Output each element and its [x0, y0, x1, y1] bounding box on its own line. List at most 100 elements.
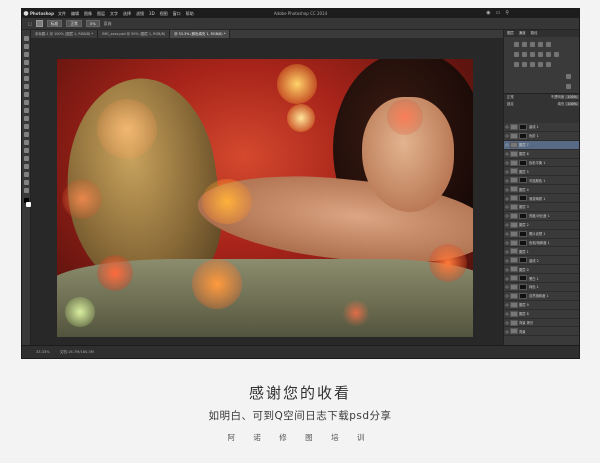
- reverse-checkbox-label[interactable]: 反向: [104, 21, 112, 27]
- mode-dropdown[interactable]: 正常: [66, 20, 82, 27]
- panel-tab-channels[interactable]: 通道: [519, 30, 526, 37]
- layer-mask-thumbnail[interactable]: [519, 275, 527, 282]
- vibrance-icon[interactable]: [546, 42, 551, 47]
- layer-row[interactable]: ◎ 图层 0: [504, 265, 579, 275]
- tab-document-2[interactable]: IMG_xxxx.psd @ 50% (图层 1, RGB/8): [98, 30, 171, 38]
- bokeh-light: [192, 259, 242, 309]
- levels-icon[interactable]: [522, 42, 527, 47]
- layer-row[interactable]: ◎ 亮度/对比度 1: [504, 212, 579, 221]
- gradient-map-icon[interactable]: [538, 62, 543, 67]
- history-brush-tool-icon[interactable]: [24, 108, 29, 113]
- layer-row[interactable]: ◎ 图层 3: [504, 203, 579, 212]
- photo-filter-icon[interactable]: [538, 52, 543, 57]
- wifi-icon[interactable]: ◉: [486, 10, 490, 16]
- marquee-tool-icon[interactable]: [24, 44, 29, 49]
- panel-menu-icon[interactable]: [566, 74, 571, 79]
- shape-tool-icon[interactable]: [24, 172, 29, 177]
- hue-saturation-icon[interactable]: [514, 52, 519, 57]
- layer-row[interactable]: ◎ 图层 4: [504, 185, 579, 195]
- tool-preset-icon[interactable]: □: [28, 21, 32, 26]
- preset-dropdown[interactable]: 标准: [46, 20, 63, 27]
- black-white-icon[interactable]: [530, 52, 535, 57]
- eraser-tool-icon[interactable]: [24, 116, 29, 121]
- panel-tab-paths[interactable]: 路径: [531, 30, 538, 37]
- layer-row[interactable]: ◎ 色相/饱和度 1: [504, 239, 579, 248]
- invert-icon[interactable]: [514, 62, 519, 67]
- opacity-value[interactable]: 100%: [565, 95, 579, 99]
- brush-swatch[interactable]: [35, 20, 43, 27]
- layer-mask-thumbnail[interactable]: [519, 123, 527, 130]
- pen-tool-icon[interactable]: [24, 148, 29, 153]
- healing-tool-icon[interactable]: [24, 84, 29, 89]
- channel-mixer-icon[interactable]: [546, 52, 551, 57]
- layer-mask-thumbnail[interactable]: [519, 292, 527, 299]
- layer-row[interactable]: ◎ 图层 1: [504, 247, 579, 257]
- layer-mask-thumbnail[interactable]: [519, 212, 527, 219]
- zoom-tool-icon[interactable]: [24, 188, 29, 193]
- layer-row[interactable]: ◎ 图层 5: [504, 167, 579, 177]
- color-lookup-icon[interactable]: [554, 52, 559, 57]
- layer-mask-thumbnail[interactable]: [519, 230, 527, 237]
- gradient-tool-icon[interactable]: [24, 124, 29, 129]
- layer-mask-thumbnail[interactable]: [519, 257, 527, 264]
- eyedropper-tool-icon[interactable]: [24, 76, 29, 81]
- search-icon[interactable]: ⚲: [505, 10, 509, 16]
- exposure-icon[interactable]: [538, 42, 543, 47]
- layer-row[interactable]: ◎ 图层 9: [504, 301, 579, 310]
- panel-collapse-icon[interactable]: [566, 84, 571, 89]
- opacity-field[interactable]: 0%: [85, 20, 100, 27]
- tab-document-1[interactable]: 未标题-1 @ 100% (图层 1, RGB/8) *: [31, 30, 99, 38]
- layer-thumbnail: [510, 239, 518, 246]
- layer-mask-thumbnail[interactable]: [519, 159, 527, 166]
- hand-tool-icon[interactable]: [24, 180, 29, 185]
- layer-mask-thumbnail[interactable]: [519, 283, 527, 290]
- layer-row[interactable]: ◎ 图层 7: [504, 140, 579, 150]
- color-balance-icon[interactable]: [522, 52, 527, 57]
- blur-tool-icon[interactable]: [24, 132, 29, 137]
- layer-row[interactable]: ◎ 曲线 1: [504, 123, 579, 132]
- zoom-readout[interactable]: 33.33%: [36, 350, 50, 354]
- layer-row[interactable]: ◎ 图层 6: [504, 150, 579, 159]
- curves-icon[interactable]: [530, 42, 535, 47]
- layer-row[interactable]: ◎ 自然饱和度 1: [504, 292, 579, 301]
- threshold-icon[interactable]: [530, 62, 535, 67]
- panel-tab-layers[interactable]: 图层: [507, 30, 514, 37]
- layer-row[interactable]: ◎ 纯色 1: [504, 283, 579, 292]
- layer-row[interactable]: ◎ 背景: [504, 327, 579, 337]
- layer-thumbnail: [510, 186, 518, 193]
- document-canvas[interactable]: [57, 59, 473, 337]
- brush-tool-icon[interactable]: [24, 92, 29, 97]
- stamp-tool-icon[interactable]: [24, 100, 29, 105]
- brightness-icon[interactable]: [514, 42, 519, 47]
- lasso-tool-icon[interactable]: [24, 52, 29, 57]
- path-select-tool-icon[interactable]: [24, 164, 29, 169]
- tab-document-3[interactable]: @ 33.3% (颜色填充 1, RGB/8) *: [170, 30, 231, 38]
- type-tool-icon[interactable]: [24, 156, 29, 161]
- layer-row[interactable]: ◎ 背景 拷贝: [504, 319, 579, 328]
- fill-value[interactable]: 100%: [565, 102, 579, 106]
- selective-color-icon[interactable]: [546, 62, 551, 67]
- layer-row[interactable]: ◎ 可选颜色 1: [504, 176, 579, 186]
- layer-row[interactable]: ◎ 色彩平衡 1: [504, 159, 579, 168]
- blend-mode-dropdown[interactable]: 正常: [507, 94, 514, 101]
- layer-row[interactable]: ◎ 图层 2: [504, 221, 579, 230]
- canvas-area[interactable]: [31, 38, 503, 346]
- layer-row[interactable]: ◎ 黑白 1: [504, 274, 579, 284]
- layer-mask-thumbnail[interactable]: [519, 177, 527, 184]
- posterize-icon[interactable]: [522, 62, 527, 67]
- layer-mask-thumbnail[interactable]: [519, 239, 527, 246]
- layer-thumbnail: [510, 310, 518, 317]
- layer-mask-thumbnail[interactable]: [519, 132, 527, 139]
- crop-tool-icon[interactable]: [24, 68, 29, 73]
- dodge-tool-icon[interactable]: [24, 140, 29, 145]
- layer-name: 纯色 1: [529, 285, 539, 290]
- layer-row[interactable]: ◎ 图层 8: [504, 310, 579, 319]
- quick-select-tool-icon[interactable]: [24, 60, 29, 65]
- battery-icon[interactable]: ▭: [496, 10, 501, 16]
- move-tool-icon[interactable]: [24, 36, 29, 41]
- layer-mask-thumbnail[interactable]: [519, 195, 527, 202]
- layer-row[interactable]: ◎ 照片滤镜 1: [504, 230, 579, 239]
- layer-row[interactable]: ◎ 渐变映射 1: [504, 194, 579, 204]
- layer-row[interactable]: ◎ 曲线 2: [504, 256, 579, 266]
- layer-row[interactable]: ◎ 色阶 1: [504, 132, 579, 141]
